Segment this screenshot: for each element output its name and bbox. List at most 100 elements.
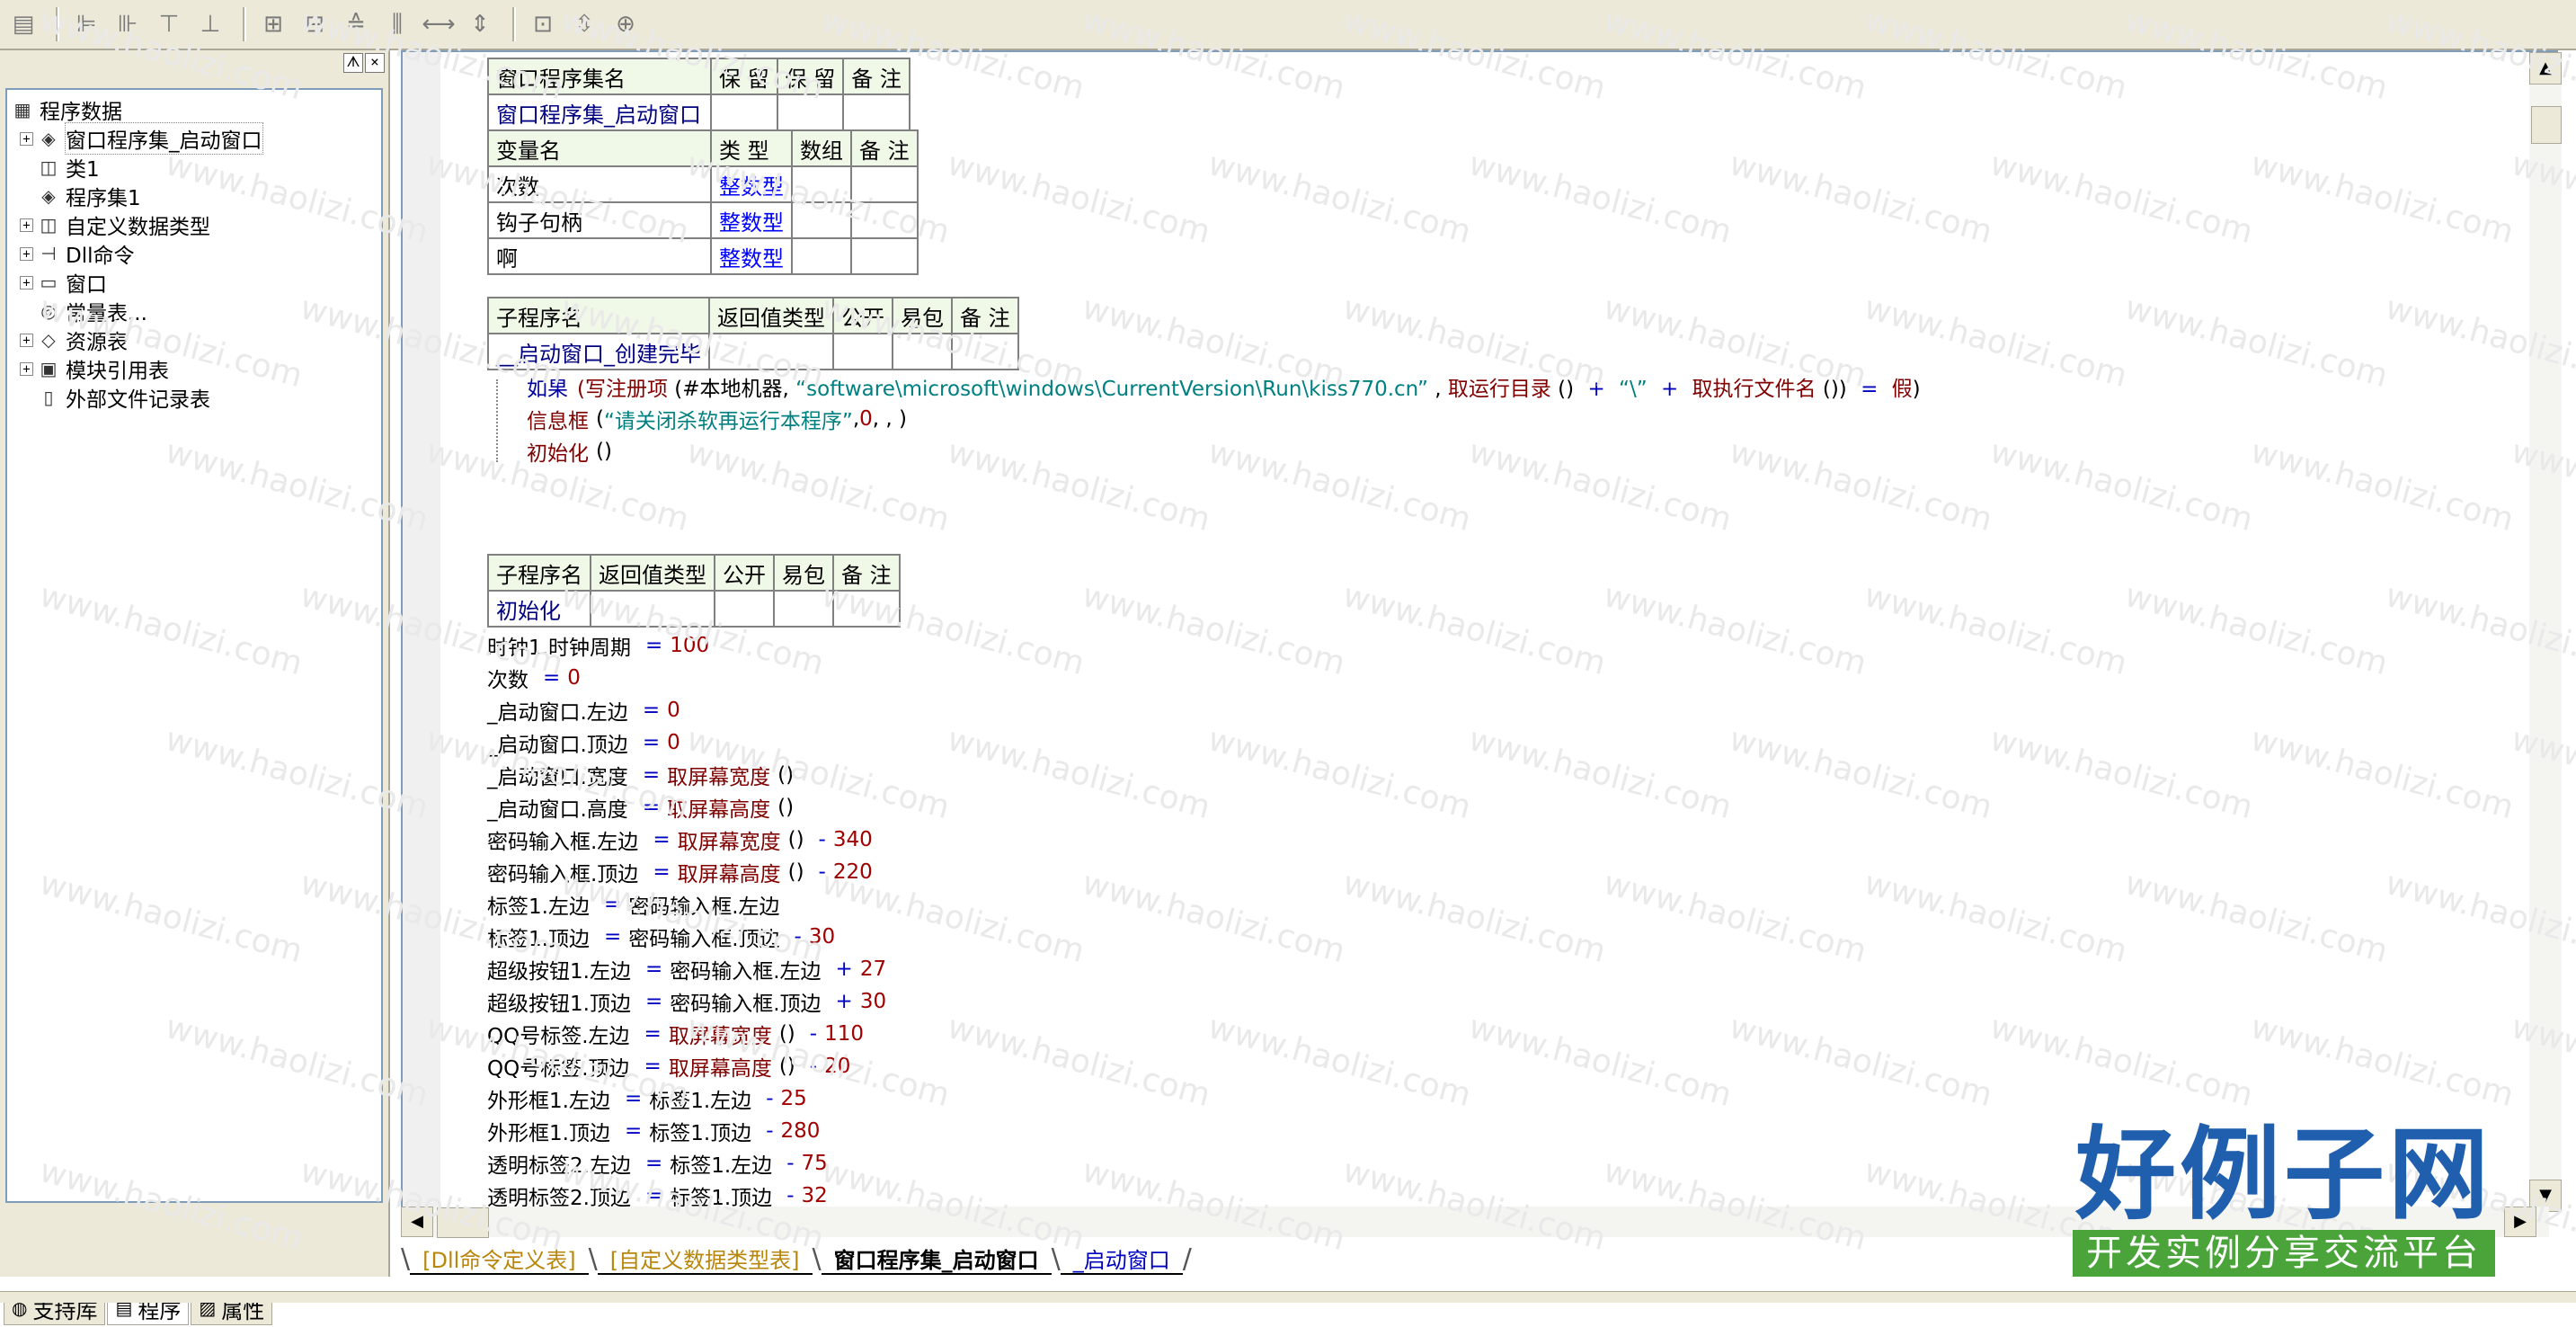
window-icon[interactable]: ▤: [5, 6, 41, 42]
tree-item[interactable]: + ◇ 资源表: [7, 325, 381, 354]
center-h-icon[interactable]: ⊞: [255, 6, 291, 42]
scroll-left-button[interactable]: ◀: [401, 1207, 433, 1237]
table-cell[interactable]: __启动窗口_创建完毕: [487, 333, 710, 370]
vertical-scroll-thumb[interactable]: [2531, 106, 2562, 144]
expand-icon[interactable]: +: [20, 218, 33, 232]
tree-item[interactable]: + ◫ 自定义数据类型: [7, 210, 381, 239]
code-line[interactable]: 超级按钮1.左边 = 密码输入框.左边 +27: [487, 953, 1921, 985]
keyword-if: 如果: [527, 378, 568, 401]
code-line[interactable]: 外形框1.左边 = 标签1.左边 -25: [487, 1082, 1921, 1115]
code-line[interactable]: _启动窗口.宽度 = 取屏幕宽度 (): [487, 759, 1921, 791]
editor-tab-2[interactable]: 窗口程序集_启动窗口: [821, 1242, 1052, 1275]
table-cell[interactable]: [791, 201, 852, 239]
table-cell[interactable]: [832, 333, 893, 370]
table-cell[interactable]: 啊: [487, 237, 712, 275]
expand-icon[interactable]: +: [20, 246, 33, 261]
tree-item[interactable]: ◫ 类1: [7, 153, 381, 182]
variable-row[interactable]: 钩子句柄 整数型: [487, 201, 919, 239]
grid-icon[interactable]: ⊕: [608, 6, 644, 42]
fit-height-icon[interactable]: ⇳: [566, 6, 602, 42]
expand-icon[interactable]: +: [20, 361, 33, 376]
code-line[interactable]: _启动窗口.高度 = 取屏幕高度 (): [487, 791, 1921, 824]
table-cell[interactable]: 整数型: [710, 237, 793, 275]
editor-tab-3[interactable]: _启动窗口: [1060, 1242, 1183, 1275]
code-line[interactable]: 外形框1.顶边 = 标签1.顶边 -280: [487, 1115, 1921, 1147]
variable-row[interactable]: 啊整数型: [487, 237, 919, 275]
table-cell[interactable]: [791, 237, 852, 275]
table-cell[interactable]: [710, 94, 778, 131]
code-line[interactable]: 密码输入框.顶边 = 取屏幕高度 () -220: [487, 856, 1921, 888]
align-left-icon[interactable]: ⊫: [68, 6, 104, 42]
center-v-icon[interactable]: ⊟: [297, 6, 333, 42]
table-cell[interactable]: [850, 165, 919, 203]
table-cell[interactable]: [773, 590, 834, 628]
code-line[interactable]: 标签1.左边 = 密码输入框.左边: [487, 888, 1921, 921]
code-editor[interactable]: 窗口程序集名保 留保 留备 注 窗口程序集_启动窗口 变量名类 型数组备 注次数…: [401, 50, 2558, 1212]
editor-tab-0[interactable]: [Dll命令定义表]: [410, 1242, 589, 1275]
table-cell[interactable]: 钩子句柄: [487, 201, 712, 239]
tree-item[interactable]: + ◈ 窗口程序集_启动窗口: [7, 122, 381, 155]
table-cell[interactable]: [850, 237, 919, 275]
vertical-scrollbar[interactable]: ▲ ▼: [2529, 52, 2562, 1212]
table-cell[interactable]: 次数: [487, 165, 712, 203]
editor-tab-1[interactable]: [自定义数据类型表]: [597, 1242, 813, 1275]
expand-icon[interactable]: +: [20, 131, 33, 146]
table-cell[interactable]: 初始化: [487, 590, 591, 628]
code-line-msgbox[interactable]: 信息框 ( “请关闭杀软再运行本程序” , 0 , , ): [527, 403, 1921, 435]
table-cell[interactable]: 整数型: [710, 201, 793, 239]
table-cell[interactable]: [776, 94, 845, 131]
table-cell[interactable]: [850, 201, 919, 239]
tree-item[interactable]: + ▭ 窗口: [7, 268, 381, 297]
table-cell[interactable]: [842, 94, 910, 131]
align-top-icon[interactable]: ⊤: [151, 6, 187, 42]
table-cell[interactable]: 窗口程序集_启动窗口: [487, 94, 712, 131]
code-line[interactable]: _启动窗口.顶边 = 0: [487, 726, 1921, 759]
project-tree[interactable]: ▦ 程序数据 + ◈ 窗口程序集_启动窗口 ◫ 类1 ◈ 程序集1 + ◫ 自定义数据类型 + ⊣ Dll命…: [5, 88, 383, 1203]
table-cell[interactable]: [714, 590, 775, 628]
expand-icon[interactable]: +: [20, 333, 33, 347]
tree-item[interactable]: ◎ 常量表...: [7, 297, 381, 325]
tree-item[interactable]: ◈ 程序集1: [7, 182, 381, 210]
horizontal-scroll-thumb[interactable]: [437, 1207, 489, 1238]
code-line[interactable]: QQ号标签.左边 = 取屏幕宽度 () -110: [487, 1018, 1921, 1050]
code-line[interactable]: 超级按钮1.顶边 = 密码输入框.顶边 +30: [487, 985, 1921, 1018]
table-cell[interactable]: [892, 333, 953, 370]
code-line[interactable]: 标签1.顶边 = 密码输入框.顶边 -30: [487, 921, 1921, 953]
module-icon: ▣: [40, 358, 58, 379]
brand-title: 好例子网: [2075, 1116, 2492, 1233]
table-cell[interactable]: [832, 590, 901, 628]
code-line[interactable]: 时钟1.时钟周期 = 100: [487, 629, 1921, 662]
tree-item[interactable]: + ⊣ Dll命令: [7, 239, 381, 268]
close-icon[interactable]: ×: [365, 53, 385, 73]
space-h-icon[interactable]: ⟷: [421, 6, 457, 42]
table-cell[interactable]: [951, 333, 1019, 370]
code-token: 标签1.顶边: [487, 928, 590, 951]
align-bottom-icon[interactable]: ⊥: [192, 6, 228, 42]
code-line[interactable]: 密码输入框.左边 = 取屏幕宽度 () -340: [487, 824, 1921, 856]
tree-item[interactable]: ▦ 程序数据: [7, 95, 381, 124]
code-line-if[interactable]: 如果 (写注册项 (#本地机器, “software\microsoft\win…: [527, 370, 1921, 403]
table-cell[interactable]: 整数型: [710, 165, 793, 203]
scroll-up-button[interactable]: ▲: [2529, 52, 2562, 85]
table-cell[interactable]: [708, 333, 834, 370]
code-line-init-call[interactable]: 初始化 (): [527, 435, 1921, 468]
pin-icon[interactable]: ᗑ: [343, 53, 363, 73]
code-line[interactable]: _启动窗口.左边 = 0: [487, 694, 1921, 726]
code-line[interactable]: 次数 = 0: [487, 662, 1921, 694]
tree-item[interactable]: ▯ 外部文件记录表: [7, 383, 381, 412]
space-v-icon[interactable]: ⇕: [462, 6, 498, 42]
same-height-icon[interactable]: ⫼: [379, 6, 415, 42]
variable-row[interactable]: 次数 整数型: [487, 165, 919, 203]
table-cell[interactable]: [791, 165, 852, 203]
code-line[interactable]: 透明标签2.左边 = 标签1.左边 -75: [487, 1147, 1921, 1180]
table-cell[interactable]: [590, 590, 715, 628]
expand-icon[interactable]: +: [20, 275, 33, 289]
code-line[interactable]: QQ号标签.顶边 = 取屏幕高度 () -20: [487, 1050, 1921, 1082]
scroll-right-button[interactable]: ▶: [2504, 1207, 2536, 1237]
tree-item[interactable]: + ▣ 模块引用表: [7, 354, 381, 383]
operator: -: [786, 1184, 795, 1207]
align-right-icon[interactable]: ⊪: [110, 6, 146, 42]
fit-width-icon[interactable]: ⊡: [525, 6, 561, 42]
number-literal: 75: [801, 1152, 828, 1175]
same-width-icon[interactable]: ≙: [338, 6, 374, 42]
